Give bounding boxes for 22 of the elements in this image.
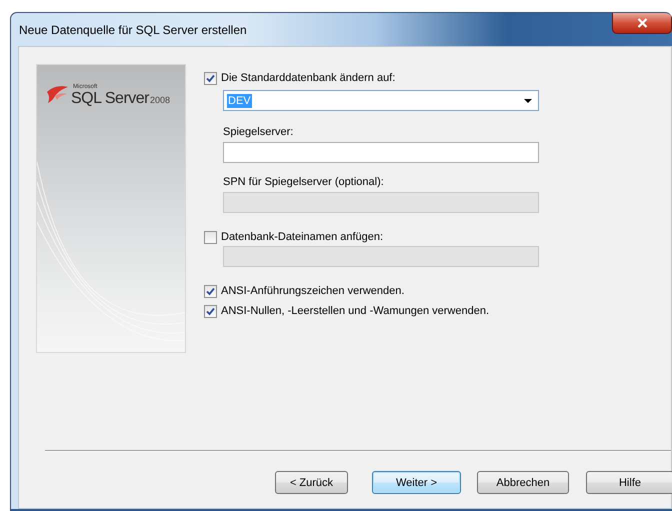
version-text: 2008 [150, 95, 170, 105]
checkbox[interactable] [204, 72, 217, 84]
checkbox[interactable] [204, 230, 217, 244]
checkbox-label: Die Standarddatenbank ändern auf: [221, 72, 396, 84]
wizard-button[interactable]: < Zurück [275, 471, 348, 494]
caret-icon [524, 98, 532, 102]
checkbox-label: ANSI-Anführungszeichen verwenden. [221, 285, 404, 297]
checkbox[interactable] [204, 284, 217, 298]
wizard-button[interactable]: Hilfe [586, 471, 672, 494]
input-field[interactable] [223, 142, 539, 163]
close-icon [636, 18, 648, 28]
close-button[interactable] [612, 13, 672, 34]
checkbox[interactable] [204, 304, 217, 318]
window-title: Neue Datenquelle für SQL Server erstellen [19, 22, 248, 36]
field-label: Spiegelserver: [223, 126, 294, 138]
product-name: SQL Server [71, 90, 149, 108]
wizard-button[interactable]: Weiter > [372, 471, 461, 494]
field-label: SPN für Spiegelserver (optional): [223, 176, 385, 188]
logo-icon [45, 84, 69, 104]
wizard-button[interactable]: Abbrechen [477, 471, 569, 494]
checkbox-label: Datenbank-Dateinamen anfügen: [221, 231, 384, 243]
checkbox-label: ANSI-Nullen, -Leerstellen und -Wamungen verwenden. [221, 305, 490, 317]
